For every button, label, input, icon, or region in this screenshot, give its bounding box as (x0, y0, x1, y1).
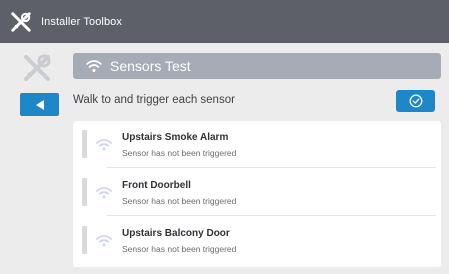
confirm-button[interactable] (396, 90, 435, 112)
sensor-item[interactable]: Upstairs Balcony Door Sensor has not bee… (73, 217, 441, 263)
title-bar: Installer Toolbox (0, 0, 449, 43)
wifi-signal-icon (96, 187, 112, 199)
section-header: Sensors Test (73, 53, 441, 79)
wifi-icon (86, 60, 102, 72)
sensor-list: Upstairs Smoke Alarm Sensor has not been… (73, 121, 441, 267)
section-title: Sensors Test (110, 58, 191, 74)
sensor-status: Sensor has not been triggered (122, 244, 237, 254)
sensor-item[interactable]: Upstairs Smoke Alarm Sensor has not been… (73, 121, 441, 167)
sensor-status-bar (82, 178, 87, 206)
sensor-item[interactable]: Front Doorbell Sensor has not been trigg… (73, 169, 441, 215)
sensor-name: Front Doorbell (122, 180, 191, 191)
check-circle-icon (409, 94, 422, 108)
sensor-name: Upstairs Smoke Alarm (122, 132, 229, 143)
sensor-status-bar (82, 226, 87, 254)
wifi-signal-icon (96, 139, 112, 151)
app-title: Installer Toolbox (41, 15, 122, 28)
instruction-text: Walk to and trigger each sensor (73, 94, 235, 106)
sensor-status: Sensor has not been triggered (122, 148, 237, 158)
triangle-left-icon (35, 99, 44, 110)
back-button[interactable] (20, 93, 59, 116)
tools-icon (24, 54, 51, 81)
divider (106, 167, 436, 168)
sensor-status-bar (82, 130, 87, 158)
side-panel (0, 43, 72, 274)
divider (106, 215, 436, 216)
wifi-signal-icon (96, 235, 112, 247)
sensor-name: Upstairs Balcony Door (122, 228, 230, 239)
tools-logo-icon (11, 11, 31, 32)
sensor-status: Sensor has not been triggered (122, 196, 237, 206)
